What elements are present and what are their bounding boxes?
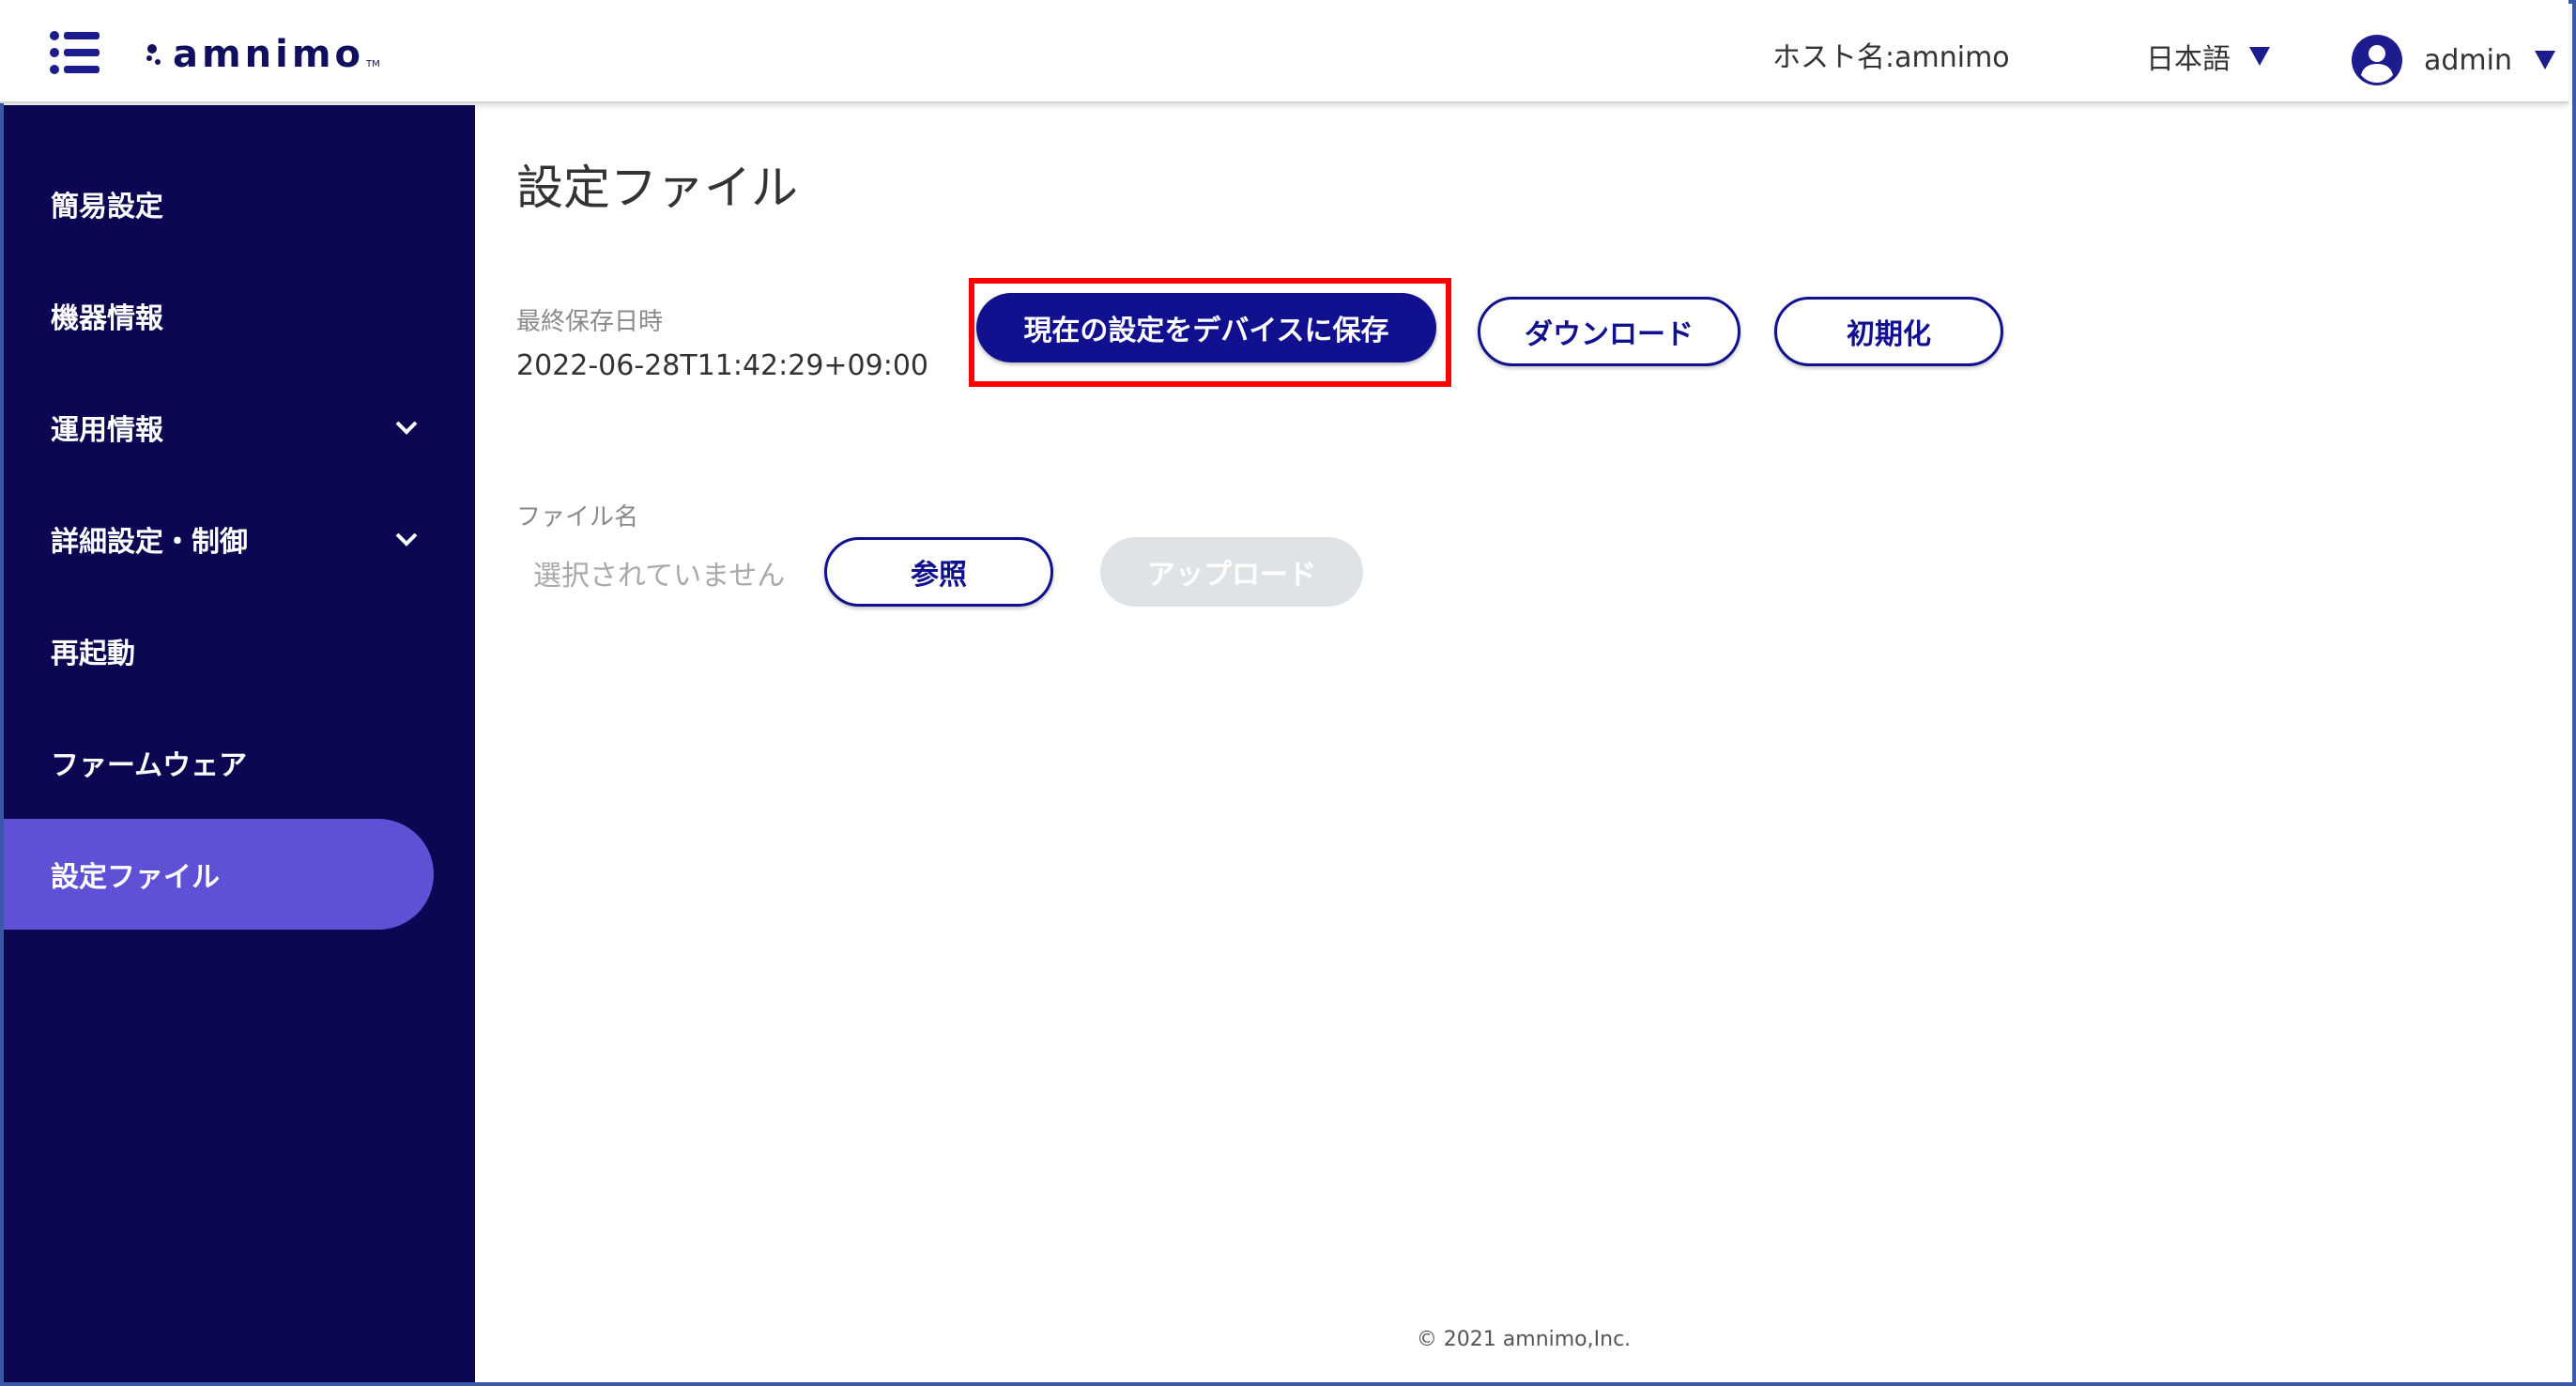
- hostname-label: ホスト名:amnimo: [1772, 41, 2010, 74]
- file-placeholder: 選択されていません: [533, 560, 786, 593]
- download-button[interactable]: ダウンロード: [1478, 297, 1740, 366]
- sidebar-item-label: ファームウェア: [51, 749, 248, 782]
- last-saved-value: 2022-06-28T11:42:29+09:00: [516, 349, 928, 382]
- sidebar-item-label: 再起動: [51, 638, 135, 670]
- sidebar-item-label: 運用情報: [51, 414, 163, 447]
- logo-trademark: TM: [366, 59, 380, 69]
- upload-button[interactable]: アップロード: [1100, 537, 1363, 607]
- brand-logo[interactable]: amnimo TM: [145, 28, 380, 81]
- last-saved-label: 最終保存日時: [516, 308, 664, 336]
- language-selector[interactable]: 日本語: [2146, 36, 2270, 77]
- sidebar-item-quick-settings[interactable]: 簡易設定: [4, 148, 434, 259]
- sidebar-item-firmware[interactable]: ファームウェア: [4, 707, 434, 818]
- sidebar-item-operation-info[interactable]: 運用情報: [4, 372, 434, 483]
- sidebar-item-label: 設定ファイル: [51, 861, 220, 894]
- main-content: 設定ファイル 最終保存日時 2022-06-28T11:42:29+09:00 …: [475, 105, 2572, 1382]
- sidebar-item-advanced-settings[interactable]: 詳細設定・制御: [4, 484, 434, 594]
- sidebar-item-label: 簡易設定: [51, 191, 163, 223]
- footer-copyright: © 2021 amnimo,Inc.: [1416, 1328, 1632, 1351]
- chevron-down-icon: [395, 421, 418, 435]
- sidebar-item-reboot[interactable]: 再起動: [4, 595, 434, 706]
- triangle-down-icon: [2535, 51, 2555, 69]
- browse-button[interactable]: 参照: [824, 537, 1053, 607]
- language-label: 日本語: [2146, 43, 2231, 76]
- chevron-down-icon: [395, 532, 418, 547]
- page-title: 設定ファイル: [516, 161, 798, 215]
- file-name-label: ファイル名: [516, 503, 639, 531]
- sidebar-item-device-info[interactable]: 機器情報: [4, 260, 434, 371]
- initialize-button[interactable]: 初期化: [1774, 297, 2003, 366]
- top-header: amnimo TM ホスト名:amnimo 日本語 admin: [0, 0, 2568, 103]
- sidebar-item-label: 機器情報: [51, 302, 163, 335]
- account-circle-icon: [2352, 35, 2402, 85]
- triangle-down-icon: [2249, 47, 2270, 66]
- list-menu-icon[interactable]: [49, 30, 101, 75]
- user-name: admin: [2424, 43, 2512, 77]
- sidebar-item-label: 詳細設定・制御: [51, 526, 248, 559]
- save-to-device-button[interactable]: 現在の設定をデバイスに保存: [976, 293, 1436, 362]
- sidebar-item-config-file[interactable]: 設定ファイル: [4, 819, 434, 930]
- logo-text: amnimo: [173, 33, 365, 76]
- sidebar: 簡易設定 機器情報 運用情報 詳細設定・制御 再起動 ファームウェア 設定ファイ…: [4, 105, 475, 1382]
- user-menu[interactable]: admin: [2351, 34, 2555, 86]
- logo-mark-icon: [146, 44, 161, 65]
